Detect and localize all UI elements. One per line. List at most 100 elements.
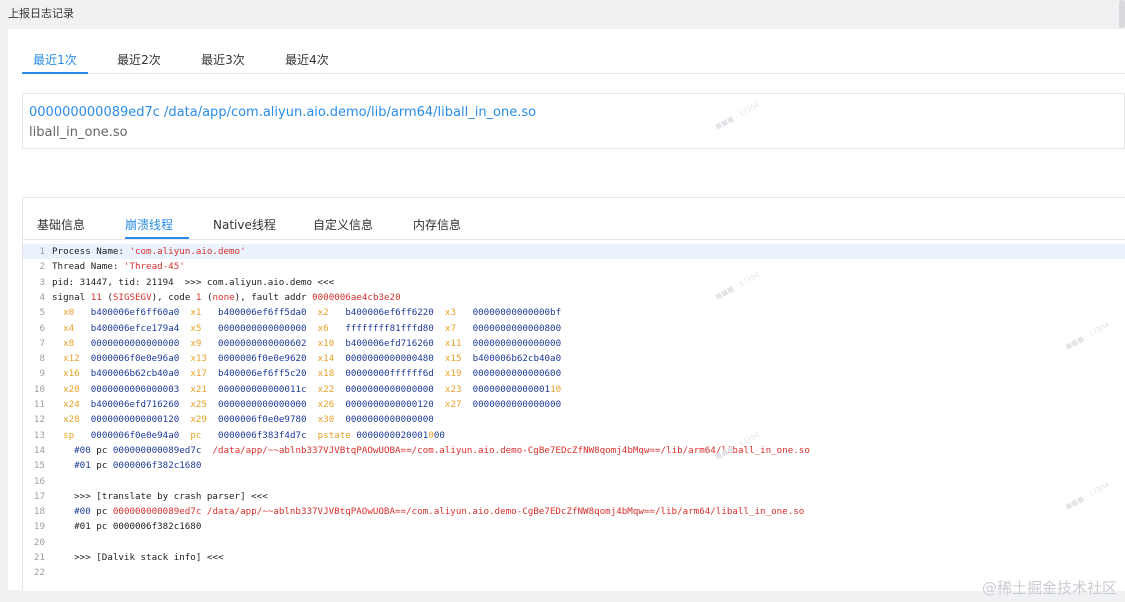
code-text: x24 b400006efd716260 x25 000000000000000… <box>52 397 561 412</box>
code-token: x17 <box>190 368 207 380</box>
code-text: #00 pc 000000000089ed7c /data/app/~~abln… <box>52 443 810 458</box>
code-token: ), fault addr <box>234 291 313 303</box>
scrollbar-thumb[interactable] <box>1119 0 1125 28</box>
code-token: x12 <box>63 353 80 365</box>
code-token: 'com.aliyun.aio.demo' <box>129 246 246 257</box>
line-number: 4 <box>39 291 45 303</box>
code-token: 0000006f382c1680 <box>112 460 202 472</box>
tab-crash-thread[interactable]: 崩溃线程 <box>125 216 173 233</box>
tab-recent-3[interactable]: 最近3次 <box>190 51 256 74</box>
code-token: x13 <box>190 353 207 365</box>
code-token: 0000000000000000 <box>218 322 307 334</box>
code-token: 0000000000000120 <box>90 414 180 426</box>
code-token: x23 <box>444 383 462 395</box>
code-line: 12 x28 0000000000000120 x29 0000006f0e0e… <box>23 412 1125 427</box>
code-token: 000000000089ed7c <box>112 444 202 456</box>
code-token: #01 pc 0000006f382c1680 <box>52 521 202 533</box>
code-token: 0000000000000600 <box>472 368 562 380</box>
active-tab-indicator <box>22 72 88 74</box>
line-number: 14 <box>33 444 45 456</box>
tab-recent-1[interactable]: 最近1次 <box>22 51 88 74</box>
line-number: 17 <box>33 490 45 502</box>
code-token: 0000000020001 <box>356 429 429 441</box>
line-number: 10 <box>33 383 45 395</box>
code-token: 0000000000000602 <box>218 337 307 349</box>
code-token: x29 <box>190 414 207 426</box>
code-token: x16 <box>63 368 80 380</box>
code-token: b400006efd716260 <box>345 337 434 349</box>
code-token: pid: 31447, tid: 21194 >>> com.aliyun.ai… <box>52 276 335 288</box>
crash-frame-link[interactable]: 000000000089ed7c /data/app/com.aliyun.ai… <box>29 105 536 120</box>
line-number: 1 <box>39 246 45 257</box>
code-token: 00000000ffffff6d <box>345 368 434 380</box>
tab-basic-info[interactable]: 基础信息 <box>37 216 85 233</box>
code-token: x26 <box>317 399 335 410</box>
code-line: 13 sp 0000006f0e0e94a0 pc 0000006f383f4d… <box>23 428 1125 443</box>
code-line: 17 >>> [translate by crash parser] <<< <box>23 489 1125 504</box>
code-token: b400006efd716260 <box>90 399 180 410</box>
tab-recent-2[interactable]: 最近2次 <box>106 51 172 74</box>
code-token: #00 <box>74 506 91 518</box>
crash-log-viewer[interactable]: 1 Process Name: 'com.aliyun.aio.demo' 2 Thr… <box>23 242 1125 591</box>
code-text: #00 pc 000000000089ed7c /data/app/~~abln… <box>52 504 804 519</box>
code-token: 10 <box>550 383 562 395</box>
code-token: ), code <box>151 291 196 303</box>
code-token: 00 <box>433 429 445 441</box>
code-text: sp 0000006f0e0e94a0 pc 0000006f383f4d7c … <box>52 428 445 443</box>
code-line: 20 <box>23 535 1125 550</box>
code-token: pc <box>90 506 113 518</box>
code-token: 0000000000000120 <box>345 399 434 410</box>
crash-detail-panel: 基础信息 崩溃线程 Native线程 自定义信息 内存信息 1 Process N… <box>22 197 1125 591</box>
code-token: b400006b62cb40a0 <box>90 368 180 380</box>
code-line: 11 x24 b400006efd716260 x25 000000000000… <box>23 397 1125 412</box>
faint-watermark: ■■■ · 17304 <box>713 101 761 131</box>
line-number: 11 <box>33 399 45 410</box>
detail-tabs: 基础信息 崩溃线程 Native线程 自定义信息 内存信息 <box>23 198 1125 240</box>
code-token: 0000000000000800 <box>472 322 562 334</box>
line-number: 9 <box>39 368 45 380</box>
code-token: >>> [translate by crash parser] <<< <box>52 490 268 502</box>
tab-native-threads[interactable]: Native线程 <box>213 216 276 233</box>
code-line: 6 x4 b400006efce179a4 x5 000000000000000… <box>23 321 1125 336</box>
tab-custom-info[interactable]: 自定义信息 <box>313 216 373 233</box>
line-number: 13 <box>33 429 45 441</box>
code-text: x4 b400006efce179a4 x5 0000000000000000 … <box>52 321 561 336</box>
code-token: x2 <box>317 307 329 319</box>
code-token: b400006ef6ff5c20 <box>218 368 307 380</box>
tab-recent-4[interactable]: 最近4次 <box>274 51 340 74</box>
line-number: 15 <box>33 460 45 472</box>
site-watermark: @稀土掘金技术社区 <box>981 579 1117 597</box>
code-token: 0000000000000480 <box>345 353 434 365</box>
code-token: ( <box>201 291 213 303</box>
tab-memory-info[interactable]: 内存信息 <box>413 216 461 233</box>
